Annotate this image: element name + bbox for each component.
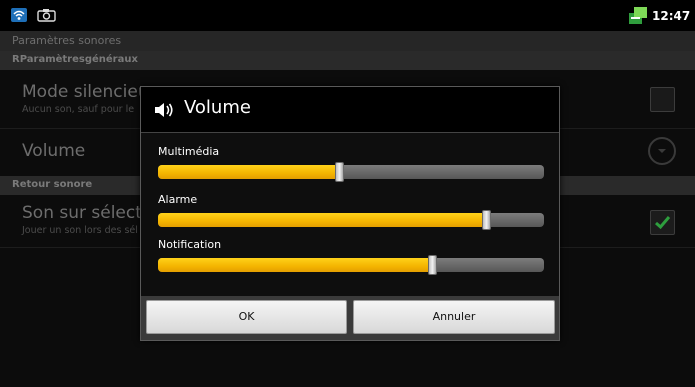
dialog-button-bar: OK Annuler	[141, 296, 559, 340]
silent-mode-title[interactable]: Mode silencieu	[22, 82, 149, 102]
wifi-icon	[11, 8, 27, 22]
volume-dropdown-icon[interactable]	[648, 137, 676, 165]
volume-pref-title[interactable]: Volume	[22, 141, 85, 161]
notification-slider[interactable]	[158, 255, 544, 275]
touch-sound-title[interactable]: Son sur sélectio	[22, 203, 157, 223]
status-bar: 12:47	[0, 0, 695, 31]
multimedia-slider-fill	[158, 165, 340, 179]
sync-icon	[629, 7, 647, 24]
multimedia-label: Multimédia	[158, 145, 220, 158]
alarm-slider[interactable]	[158, 210, 544, 230]
multimedia-slider-thumb[interactable]	[335, 162, 345, 182]
screen-title: Paramètres sonores	[12, 34, 122, 47]
volume-dialog: Volume Multimédia Alarme Notification OK…	[140, 86, 560, 341]
dialog-title: Volume	[184, 97, 251, 118]
cancel-button[interactable]: Annuler	[353, 300, 555, 334]
multimedia-slider[interactable]	[158, 162, 544, 182]
checkmark-icon	[655, 216, 671, 230]
silent-mode-summary: Aucun son, sauf pour le	[22, 104, 135, 115]
status-clock: 12:47	[652, 9, 691, 23]
touch-sound-checkbox[interactable]	[650, 210, 675, 235]
screen-title-bar: Paramètres sonores	[0, 31, 695, 51]
touch-sound-summary: Jouer un son lors des sél	[22, 225, 138, 236]
alarm-slider-thumb[interactable]	[482, 210, 492, 230]
section-label: RParamètresgénéraux	[12, 54, 138, 65]
alarm-label: Alarme	[158, 193, 198, 206]
ok-button[interactable]: OK	[146, 300, 347, 334]
speaker-icon	[155, 103, 173, 117]
notification-slider-fill	[158, 258, 433, 272]
section-header-general: RParamètresgénéraux	[0, 51, 695, 70]
section-label: Retour sonore	[12, 179, 93, 190]
notification-label: Notification	[158, 238, 222, 251]
dialog-header: Volume	[141, 87, 559, 133]
camera-icon	[37, 9, 56, 22]
alarm-slider-fill	[158, 213, 487, 227]
notification-slider-thumb[interactable]	[428, 255, 438, 275]
silent-mode-checkbox[interactable]	[650, 87, 675, 112]
